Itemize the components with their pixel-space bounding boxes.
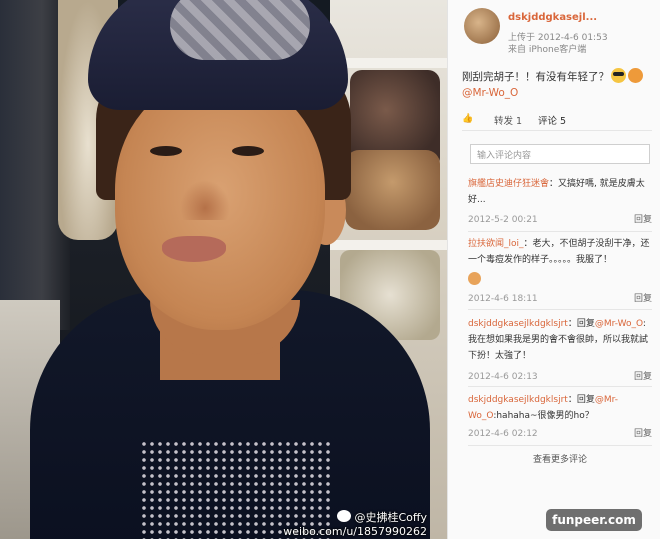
- comment-item: dskjddgkasejlkdgklsjrt：回复@Mr-Wo_O:我在想如果我…: [468, 316, 652, 386]
- sunglasses-emoji-icon: [611, 68, 626, 83]
- comment-emoji-icon: [468, 272, 481, 289]
- post-username[interactable]: dskjddgkasejl...: [508, 12, 597, 23]
- post-text-block: 刚刮完胡子！！有没有年轻了？ @Mr-Wo_O: [462, 68, 652, 101]
- comment-reply-button[interactable]: 回复: [634, 369, 652, 385]
- comment-text: ：回复: [567, 395, 595, 405]
- reply-input[interactable]: 输入评论内容: [470, 144, 650, 164]
- divider: [468, 445, 652, 446]
- comment-item: dskjddgkasejlkdgklsjrt：回复@Mr-Wo_O:hahaha…: [468, 392, 652, 444]
- comment-text: ：回复: [567, 319, 595, 329]
- photo-eye: [150, 146, 182, 156]
- watermark-url: weibo.com/u/1857990262: [283, 525, 427, 538]
- divider: [462, 130, 652, 131]
- photo-shelf: [330, 240, 447, 250]
- watermark-name: @史拂桂Coffy: [354, 511, 428, 524]
- posted-prefix: 上传于: [508, 33, 536, 43]
- comment-reply-button[interactable]: 回复: [634, 291, 652, 307]
- comment-time: 2012-4-6 02:12: [468, 429, 538, 439]
- post-source: 来自 iPhone客户端: [508, 45, 587, 55]
- comment-reply-button[interactable]: 回复: [634, 426, 652, 442]
- comment-time: 2012-4-6 18:11: [468, 294, 538, 304]
- comment-author[interactable]: 拉扶欲闻_loi_: [468, 239, 524, 249]
- comment-time: 2012-4-6 02:13: [468, 372, 538, 382]
- comment-reply-button[interactable]: 回复: [634, 212, 652, 228]
- post-timestamp[interactable]: 2012-4-6 01:53: [538, 33, 608, 43]
- comment-mention[interactable]: @Mr-Wo_O: [595, 319, 643, 329]
- bill-emoji-icon: [628, 68, 643, 83]
- photo-lips: [162, 236, 226, 262]
- photo-cap-pattern: [170, 0, 310, 60]
- post-meta: 上传于 2012-4-6 01:53 来自 iPhone客户端: [508, 32, 608, 56]
- avatar[interactable]: [464, 8, 500, 44]
- post-photo[interactable]: @史拂桂Coffy weibo.com/u/1857990262: [0, 0, 447, 539]
- photo-nose: [180, 180, 230, 220]
- divider: [468, 231, 652, 232]
- repost-button[interactable]: 转发 1: [494, 113, 522, 127]
- post-actions: 转发 1 评论 5: [462, 110, 652, 128]
- photo-watermark: @史拂桂Coffy weibo.com/u/1857990262: [283, 510, 427, 539]
- comment-author[interactable]: 旗艦店史迪仔狂迷會: [468, 179, 549, 189]
- divider: [468, 309, 652, 310]
- weibo-logo-icon: [336, 510, 351, 522]
- comment-author[interactable]: dskjddgkasejlkdgklsjrt: [468, 395, 568, 405]
- photo-shelf: [330, 58, 447, 68]
- comment-item: 拉扶欲闻_loi_：老大，不但胡子没刮干净，还一个毒痘发作的样子。。。。。我服了…: [468, 236, 652, 306]
- comment-time: 2012-5-2 00:21: [468, 215, 538, 225]
- comment-item: 旗艦店史迪仔狂迷會：又搞好嗎, 就是皮膚太好... 2012-5-2 00:21…: [468, 176, 652, 226]
- comment-text-continued: :hahaha~很像男的ho？: [493, 411, 594, 421]
- site-badge: funpeer.com: [546, 509, 642, 531]
- comment-button[interactable]: 评论 5: [538, 113, 566, 127]
- post-text: 刚刮完胡子！！有没有年轻了？: [462, 71, 609, 83]
- post-panel: dskjddgkasejl... 上传于 2012-4-6 01:53 来自 i…: [447, 0, 660, 539]
- photo-clothes: [345, 150, 440, 230]
- like-icon[interactable]: [462, 113, 474, 125]
- divider: [468, 386, 652, 387]
- post-mention[interactable]: @Mr-Wo_O: [462, 87, 518, 99]
- photo-eye: [232, 146, 264, 156]
- comment-author[interactable]: dskjddgkasejlkdgklsjrt: [468, 319, 568, 329]
- more-comments-link[interactable]: 查看更多评论: [468, 452, 652, 465]
